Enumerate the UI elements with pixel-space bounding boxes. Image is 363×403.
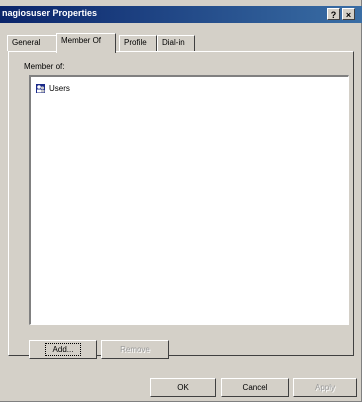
ok-button[interactable]: OK bbox=[150, 378, 216, 397]
remove-button[interactable]: Remove bbox=[101, 340, 169, 359]
remove-button-label: Remove bbox=[120, 345, 150, 354]
ok-button-label: OK bbox=[177, 383, 189, 392]
tab-profile[interactable]: Profile bbox=[119, 35, 157, 51]
add-button-label: Add... bbox=[44, 343, 82, 356]
help-button[interactable]: ? bbox=[327, 8, 340, 20]
close-button[interactable]: × bbox=[342, 8, 355, 20]
member-of-label: Member of: bbox=[24, 62, 65, 71]
tab-dial-in[interactable]: Dial-in bbox=[157, 35, 195, 51]
cancel-button[interactable]: Cancel bbox=[221, 378, 289, 397]
close-icon: × bbox=[345, 10, 352, 20]
add-button[interactable]: Add... bbox=[29, 340, 97, 359]
member-of-list[interactable]: Users bbox=[29, 75, 349, 325]
help-icon: ? bbox=[330, 10, 337, 20]
tab-member-of-label: Member Of bbox=[61, 36, 102, 45]
tab-dial-in-label: Dial-in bbox=[162, 38, 185, 47]
apply-button[interactable]: Apply bbox=[293, 378, 357, 397]
tab-profile-label: Profile bbox=[124, 38, 147, 47]
group-name: Users bbox=[49, 83, 70, 93]
list-item[interactable]: Users bbox=[35, 82, 70, 94]
tab-general-label: General bbox=[12, 38, 41, 47]
tab-general[interactable]: General bbox=[7, 35, 57, 51]
properties-dialog: nagiosuser Properties ? × General Member… bbox=[0, 0, 362, 402]
window-title: nagiosuser Properties bbox=[2, 8, 98, 18]
tab-member-of[interactable]: Member Of bbox=[56, 33, 116, 53]
title-bar[interactable]: nagiosuser Properties ? × bbox=[0, 6, 362, 23]
cancel-button-label: Cancel bbox=[242, 383, 268, 392]
group-icon bbox=[35, 82, 46, 94]
apply-button-label: Apply bbox=[314, 383, 335, 392]
